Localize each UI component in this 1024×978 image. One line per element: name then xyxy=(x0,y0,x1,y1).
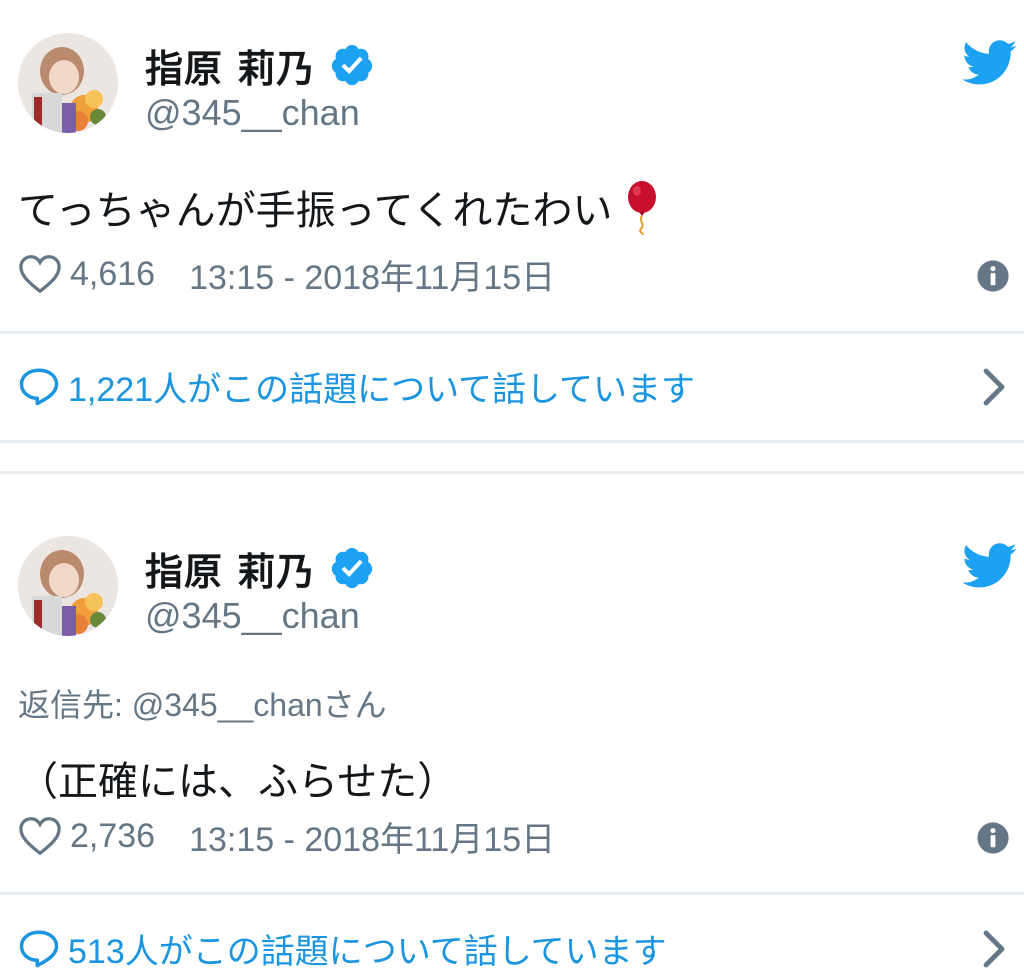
divider xyxy=(0,440,1024,443)
conversation-text[interactable]: 1,221人がこの話題について話しています xyxy=(68,362,695,411)
tweet-text: てっちゃんが手振ってくれたわい xyxy=(18,178,662,236)
author-handle[interactable]: @345__chan xyxy=(145,595,360,637)
info-icon[interactable] xyxy=(976,821,1010,855)
twitter-bird-icon[interactable] xyxy=(962,543,1018,589)
conversation-text[interactable]: 513人がこの話題について話しています xyxy=(68,924,667,973)
conversation-link[interactable]: 513人がこの話題について話しています xyxy=(18,923,667,973)
avatar[interactable] xyxy=(18,33,118,133)
author-handle[interactable]: @345__chan xyxy=(145,92,360,134)
heart-icon[interactable] xyxy=(18,816,62,856)
tweet-text: （正確には、ふらせた） xyxy=(18,759,458,805)
reply-context: 返信先: @345__chanさん xyxy=(18,687,387,723)
reply-to-handle[interactable]: @345__chan xyxy=(132,687,323,723)
balloon-emoji xyxy=(628,181,657,235)
like-count: 4,616 xyxy=(70,254,156,293)
tweet-card[interactable]: 指原 莉乃 @345__chan てっちゃんが手振ってくれたわい 4,616 1… xyxy=(0,0,1024,443)
divider xyxy=(0,892,1024,895)
section-divider xyxy=(0,471,1024,474)
heart-icon[interactable] xyxy=(18,254,62,294)
info-icon[interactable] xyxy=(976,259,1010,293)
timestamp[interactable]: 13:15 - 2018年11月15日 xyxy=(189,250,555,299)
reply-bubble-icon xyxy=(19,368,59,406)
tweet-card[interactable]: 指原 莉乃 @345__chan 返信先: @345__chanさん （正確には… xyxy=(0,503,1024,971)
timestamp[interactable]: 13:15 - 2018年11月15日 xyxy=(189,812,555,861)
reply-bubble-icon xyxy=(19,930,59,968)
verified-icon xyxy=(332,547,373,589)
verified-icon xyxy=(332,44,373,86)
author-name[interactable]: 指原 莉乃 xyxy=(145,38,315,93)
conversation-link[interactable]: 1,221人がこの話題について話しています xyxy=(18,361,695,411)
like-count: 2,736 xyxy=(70,816,156,855)
author-name[interactable]: 指原 莉乃 xyxy=(145,541,315,596)
twitter-bird-icon[interactable] xyxy=(962,40,1018,86)
divider xyxy=(0,331,1024,334)
chevron-right-icon[interactable] xyxy=(982,929,1006,969)
chevron-right-icon[interactable] xyxy=(982,367,1006,407)
avatar[interactable] xyxy=(18,536,118,636)
